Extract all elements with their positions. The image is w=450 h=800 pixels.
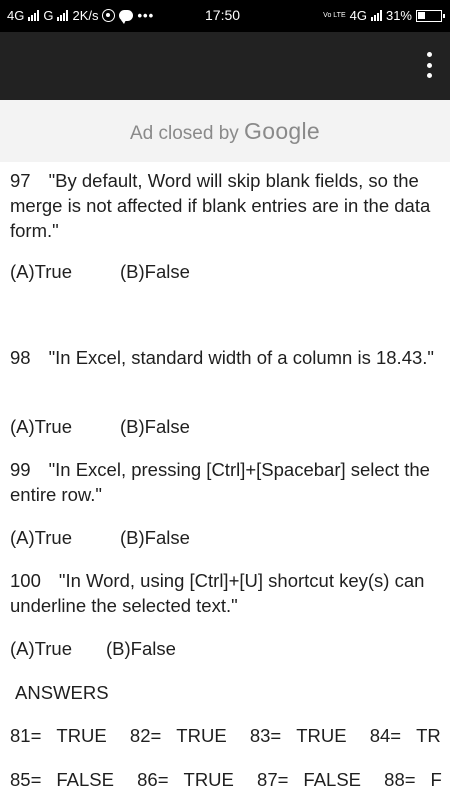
question-number: 98 [10,347,31,368]
question-97-options: (A)True (B)False [10,259,190,284]
answer-number: 88= [384,769,416,790]
status-left: 4G G 2K/s ••• [7,8,155,24]
battery-percent: 31% [385,8,412,23]
option-a: (A)True [10,416,73,437]
answer-number: 81= [10,725,42,746]
answer-value: TRUE [56,725,107,746]
question-99-options: (A)True (B)False [10,525,190,550]
answer-value: F [430,769,442,790]
overflow-menu-icon[interactable] [424,52,434,78]
clock: 17:50 [205,7,241,23]
answer-value: FALSE [303,769,362,790]
question-text: "In Excel, standard width of a column is [48,347,371,368]
question-number: 99 [10,459,31,480]
option-b: (B)False [120,261,190,282]
question-text: "By default, Word will skip blank fields… [48,170,388,191]
question-99: 99 "In Excel, pressing [Ctrl]+[Spacebar] … [10,457,435,507]
whatsapp-icon [102,9,116,22]
question-number: 100 [10,570,41,591]
signal-icon-2 [57,10,69,21]
question-100: 100 "In Word, using [Ctrl]+[U] shortcut k… [10,568,435,618]
status-right: Vo LTE 4G 31% [323,8,445,23]
question-text: "In Excel, pressing [Ctrl]+[Spacebar] se… [48,459,400,480]
answers-row: 81= TRUE 82= TRUE 83= TRUE 84= TR [10,723,450,748]
answer-value: TRUE [296,725,347,746]
option-b: (B)False [120,527,190,548]
option-a: (A)True [10,261,73,282]
app-toolbar [0,32,450,100]
answers-row: 85= FALSE 86= TRUE 87= FALSE 88= F [10,767,450,792]
google-logo: Google [244,118,321,144]
option-b: (B)False [120,416,190,437]
network-type-2: G [43,8,54,23]
ad-banner[interactable]: Ad closed by Google [0,100,450,162]
volte-label: Vo LTE [323,12,346,19]
question-100-options: (A)True (B)False [10,636,176,661]
answer-value: TRUE [183,769,234,790]
battery-icon [416,9,445,22]
answer-number: 87= [257,769,289,790]
network-type-3: 4G [349,8,367,23]
ad-closed-prefix: Ad closed by [129,123,239,144]
status-bar: 4G G 2K/s ••• 17:50 Vo LTE 4G 31% [0,0,450,32]
answer-number: 82= [129,725,162,746]
more-notifications-icon: ••• [137,8,155,23]
chat-icon [119,10,134,24]
answers-heading: ANSWERS [15,682,109,703]
question-98-options: (A)True (B)False [10,414,190,439]
answer-number: 86= [137,769,169,790]
option-a: (A)True [10,638,73,659]
signal-icon-3 [370,10,382,21]
signal-icon [28,10,40,21]
answer-number: 83= [249,725,282,746]
data-speed: 2K/s [72,8,99,23]
answer-number: 84= [369,725,402,746]
option-a: (A)True [10,527,73,548]
answer-value: TRUE [176,725,227,746]
answer-value: TR [416,725,441,746]
question-number: 97 [10,170,31,191]
question-text: "In Word, using [Ctrl]+[U] shortcut key(… [58,570,390,591]
network-type-1: 4G [7,8,25,23]
option-b: (B)False [106,638,176,659]
question-text-rest: 18.43." [375,347,434,368]
answer-value: FALSE [56,769,114,790]
question-97: 97 "By default, Word will skip blank fiel… [10,168,435,243]
ad-closed-text: Ad closed by Google [0,118,450,145]
question-98: 98 "In Excel, standard width of a column … [10,345,435,370]
answer-number: 85= [10,769,42,790]
